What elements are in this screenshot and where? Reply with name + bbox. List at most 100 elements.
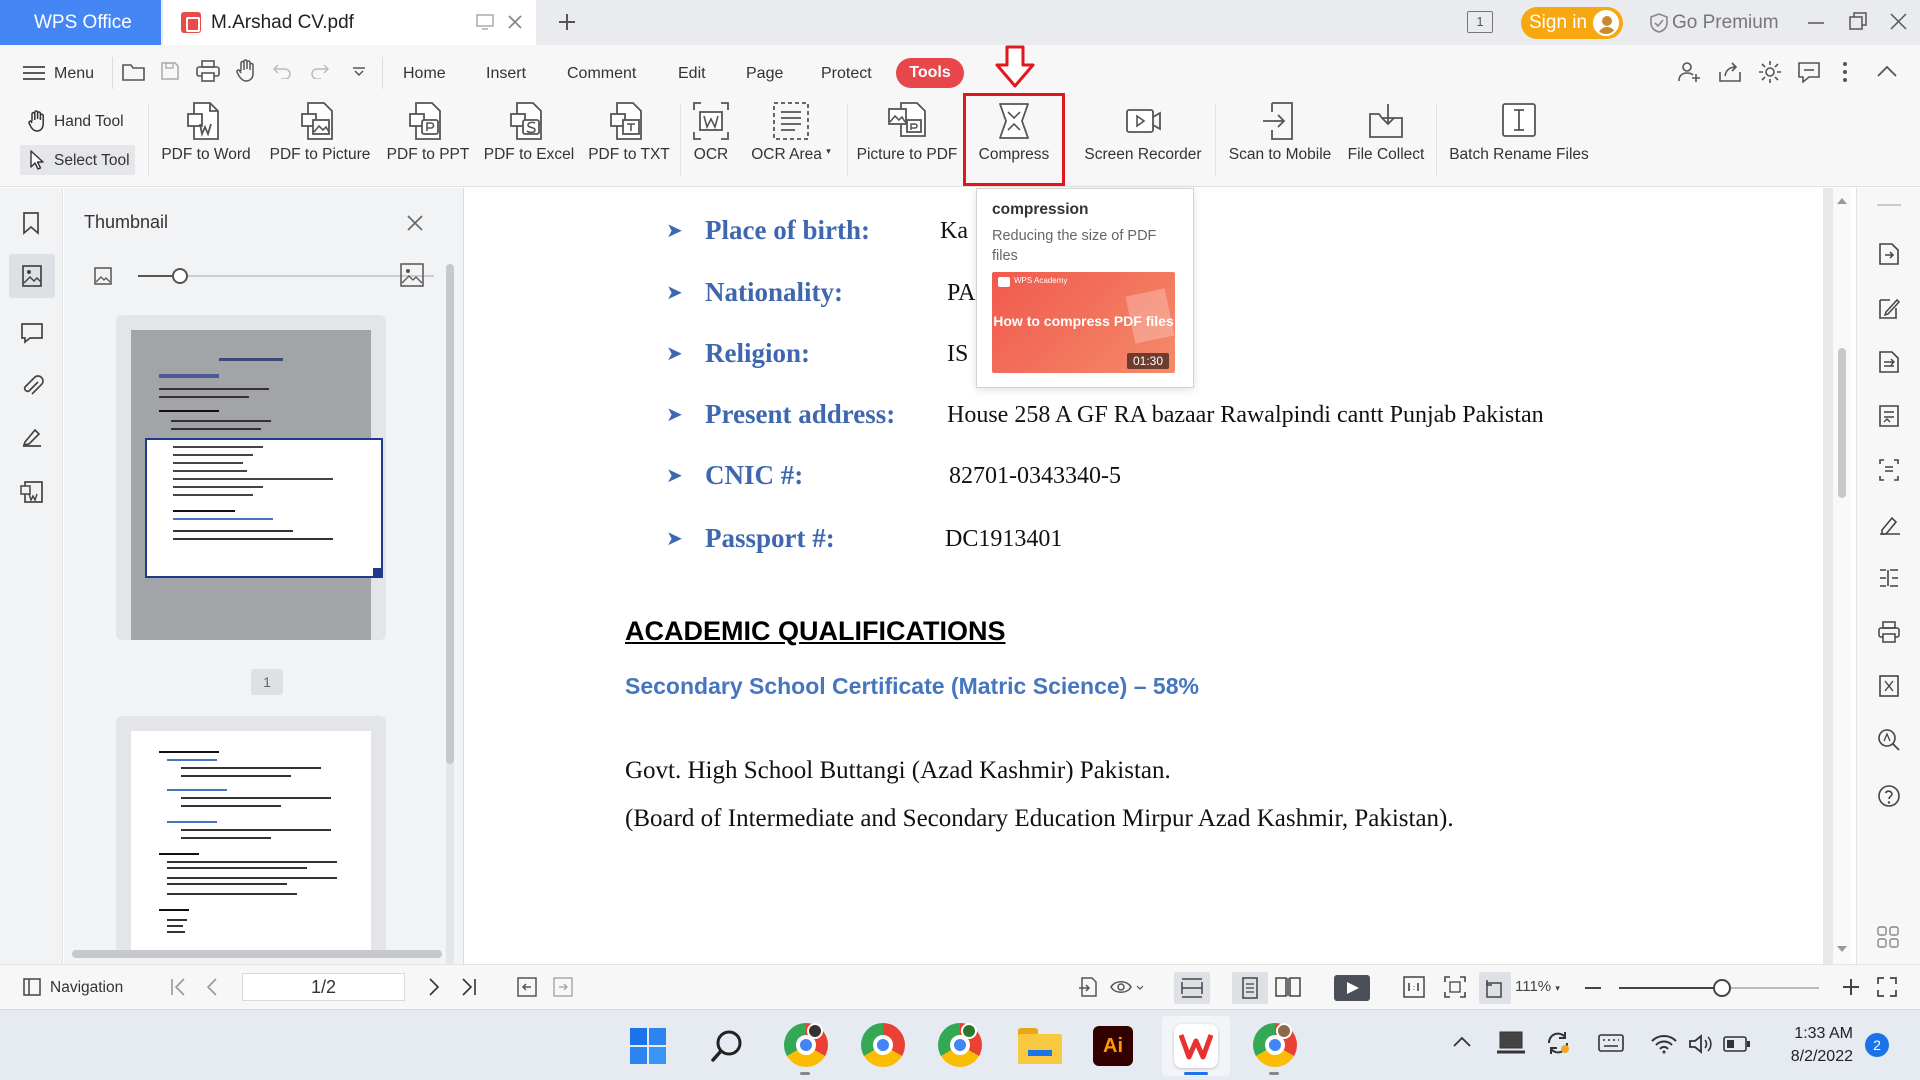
- outline-rail-icon[interactable]: [1878, 566, 1900, 590]
- windows-start-icon[interactable]: [630, 1028, 666, 1064]
- navigation-button[interactable]: Navigation: [20, 974, 135, 1000]
- minimize-icon[interactable]: [1808, 21, 1824, 25]
- tab-comment[interactable]: Comment: [567, 63, 636, 85]
- close-window-icon[interactable]: [1890, 13, 1907, 30]
- document-scrollbar-thumb[interactable]: [1838, 348, 1846, 498]
- select-tool-button[interactable]: Select Tool: [20, 145, 135, 175]
- pdf-to-ppt-button[interactable]: PDF to PPT: [386, 100, 470, 178]
- fit-page-icon[interactable]: [1444, 976, 1466, 998]
- hand-tool-button[interactable]: Hand Tool: [20, 108, 135, 136]
- close-panel-icon[interactable]: [407, 215, 423, 231]
- chrome-profile-2-icon[interactable]: [861, 1023, 905, 1067]
- two-page-icon[interactable]: [1275, 976, 1301, 998]
- play-slideshow-button[interactable]: [1334, 975, 1370, 1001]
- convert-rail-icon[interactable]: [1878, 350, 1900, 374]
- wps-office-taskbar-button[interactable]: [1162, 1016, 1230, 1076]
- single-page-button[interactable]: [1232, 972, 1268, 1004]
- battery-icon[interactable]: [1723, 1036, 1751, 1052]
- crop-rail-icon[interactable]: [1878, 458, 1900, 482]
- scan-to-mobile-button[interactable]: Scan to Mobile: [1222, 100, 1338, 178]
- tab-protect[interactable]: Protect: [821, 63, 872, 85]
- thumbnail-vertical-scrollbar[interactable]: [446, 264, 454, 1012]
- eye-protection-icon[interactable]: [1109, 977, 1143, 997]
- redo-icon[interactable]: [310, 63, 330, 79]
- file-collect-button[interactable]: File Collect: [1345, 100, 1427, 178]
- page-2-thumbnail[interactable]: [116, 716, 386, 956]
- hand-quick-icon[interactable]: [235, 59, 257, 83]
- pdf-to-word-rail-icon[interactable]: [20, 480, 44, 504]
- scroll-down-icon[interactable]: [1837, 946, 1847, 952]
- slider-handle[interactable]: [172, 268, 188, 284]
- keyboard-icon[interactable]: [1598, 1033, 1624, 1053]
- edit-rail-icon[interactable]: [1878, 296, 1900, 320]
- tab-tools[interactable]: Tools: [896, 58, 964, 88]
- page-indicator-icon[interactable]: 1: [1467, 11, 1493, 33]
- apps-grid-icon[interactable]: [1877, 926, 1899, 948]
- tutorial-video-thumbnail[interactable]: WPS Academy How to compress PDF files 01…: [992, 272, 1175, 373]
- next-page-icon[interactable]: [428, 978, 440, 996]
- ocr-area-dropdown-icon[interactable]: ▾: [826, 146, 831, 156]
- settings-gear-icon[interactable]: [1758, 60, 1782, 84]
- collapse-ribbon-icon[interactable]: [1877, 65, 1897, 77]
- comment-icon[interactable]: [20, 322, 44, 344]
- viewport-frame[interactable]: [145, 438, 383, 578]
- pdf-to-word-button[interactable]: PDF to Word: [158, 100, 254, 178]
- save-icon[interactable]: [160, 61, 180, 81]
- zoom-out-icon[interactable]: [1585, 986, 1601, 990]
- print-icon[interactable]: [196, 60, 220, 82]
- tab-edit[interactable]: Edit: [678, 63, 706, 85]
- attachment-icon[interactable]: [20, 374, 44, 398]
- adobe-illustrator-icon[interactable]: Ai: [1093, 1026, 1133, 1066]
- show-hidden-icons-chevron-icon[interactable]: [1453, 1036, 1471, 1048]
- last-page-icon[interactable]: [461, 978, 477, 996]
- actual-size-icon[interactable]: [1403, 976, 1425, 998]
- forward-view-icon[interactable]: [553, 977, 573, 997]
- document-tab[interactable]: M.Arshad CV.pdf: [163, 0, 536, 45]
- hamburger-menu-icon[interactable]: [23, 65, 45, 81]
- sign-in-button[interactable]: Sign in: [1521, 7, 1623, 39]
- compare-rail-icon[interactable]: [1878, 674, 1900, 698]
- feedback-chat-icon[interactable]: [1797, 61, 1821, 83]
- volume-icon[interactable]: [1688, 1034, 1714, 1054]
- zoom-level[interactable]: 111% ▾: [1515, 978, 1560, 995]
- pdf-to-picture-button[interactable]: PDF to Picture: [265, 100, 375, 178]
- previous-page-icon[interactable]: [206, 978, 218, 996]
- first-page-icon[interactable]: [170, 978, 186, 996]
- small-thumbnail-icon[interactable]: [94, 267, 112, 285]
- ocr-button[interactable]: OCR: [688, 100, 734, 178]
- print-rail-icon[interactable]: [1878, 620, 1900, 644]
- tab-insert[interactable]: Insert: [486, 63, 526, 85]
- go-premium-button[interactable]: Go Premium: [1648, 9, 1779, 37]
- zoom-in-icon[interactable]: [1843, 979, 1859, 995]
- sync-icon[interactable]: [1545, 1031, 1571, 1055]
- export-page-icon[interactable]: [1078, 976, 1100, 998]
- customize-dropdown-icon[interactable]: [352, 67, 366, 77]
- close-tab-icon[interactable]: [507, 14, 523, 30]
- pdf-to-txt-button[interactable]: PDF to TXT: [587, 100, 671, 178]
- notification-badge[interactable]: 2: [1865, 1033, 1889, 1057]
- thumbnail-rail-button[interactable]: [9, 254, 55, 298]
- export-icon[interactable]: [1718, 60, 1742, 84]
- page-1-thumbnail[interactable]: [116, 315, 386, 640]
- tab-page[interactable]: Page: [746, 63, 783, 85]
- bookmark-icon[interactable]: [22, 211, 40, 235]
- batch-rename-files-button[interactable]: Batch Rename Files: [1445, 100, 1593, 178]
- restore-icon[interactable]: [1849, 12, 1867, 30]
- undo-icon[interactable]: [272, 63, 292, 79]
- new-tab-plus-icon[interactable]: [557, 12, 577, 32]
- wps-office-tab[interactable]: WPS Office: [0, 0, 161, 45]
- large-thumbnail-icon[interactable]: [400, 263, 424, 287]
- thumbnail-size-slider[interactable]: [138, 268, 434, 284]
- scroll-up-icon[interactable]: [1837, 198, 1847, 204]
- more-options-icon[interactable]: [1842, 61, 1848, 83]
- thumbnail-horizontal-scrollbar[interactable]: [72, 950, 442, 958]
- tab-home[interactable]: Home: [403, 63, 446, 85]
- sign-rail-icon[interactable]: [1878, 512, 1900, 536]
- document-vertical-scrollbar[interactable]: [1833, 188, 1851, 964]
- form-rail-icon[interactable]: [1878, 404, 1900, 428]
- zoom-slider-handle[interactable]: [1713, 979, 1731, 997]
- rotate-view-button[interactable]: [1479, 972, 1511, 1004]
- signature-icon[interactable]: [19, 426, 45, 450]
- back-view-icon[interactable]: [517, 977, 537, 997]
- search-rail-icon[interactable]: [1877, 728, 1901, 752]
